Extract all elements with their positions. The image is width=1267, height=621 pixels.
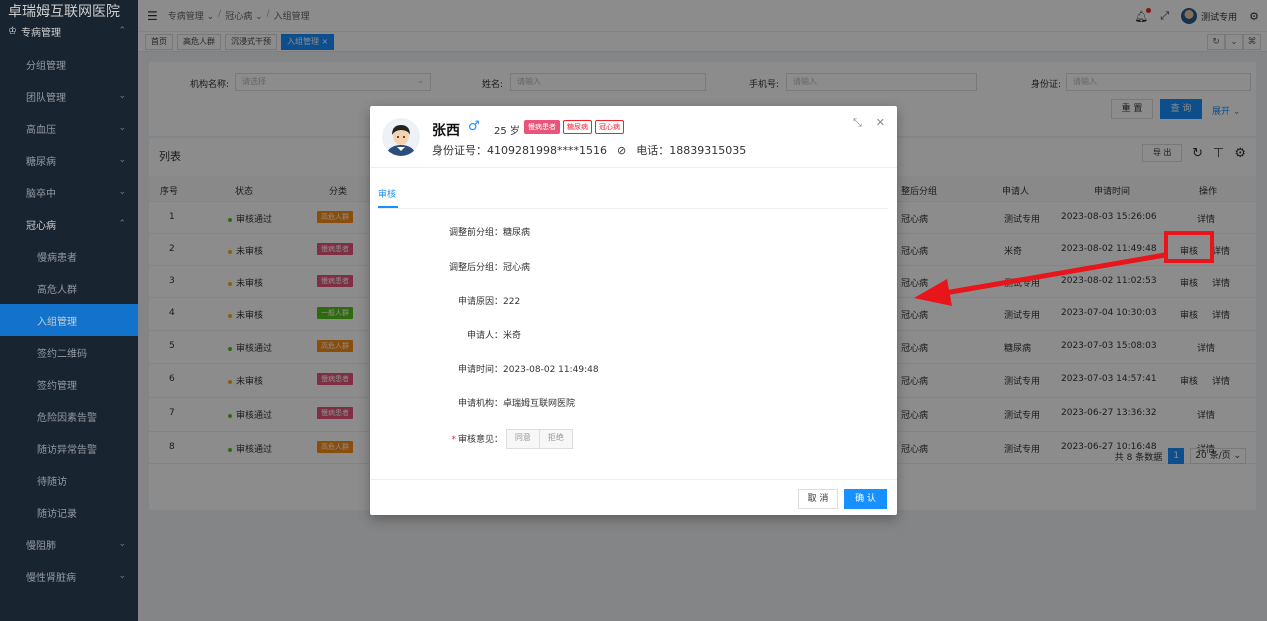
annotation-arrow (914, 252, 1166, 306)
